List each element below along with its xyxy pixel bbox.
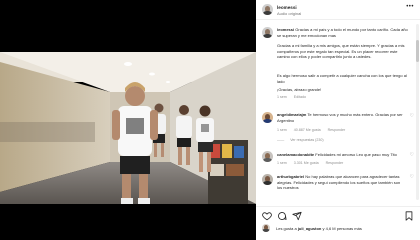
caption-meta: 1 sem Editado	[277, 95, 312, 99]
comment-body: angeldimariajm Te hermoso vos y mucho má…	[277, 112, 405, 123]
comment-like-icon[interactable]: ♡	[410, 113, 414, 119]
caption-text-1: Gracias a mi país y a todo el mundo por …	[277, 27, 408, 38]
caption-paragraph-2: Gracias a mi familia y a mis amigos, que…	[277, 43, 405, 60]
post-actions-bar	[256, 206, 420, 240]
comment-likes[interactable]: 3.301 Me gusta	[294, 161, 319, 165]
view-replies-line: ——	[277, 138, 285, 142]
share-icon[interactable]	[292, 211, 302, 221]
post-video[interactable]	[0, 0, 256, 240]
comment-like-icon[interactable]: ♡	[410, 174, 414, 180]
caption-time[interactable]: 1 sem	[277, 95, 287, 99]
comment-username[interactable]: canelamacdonaldte	[277, 152, 314, 157]
caption-paragraph-4: ¡Gracias, abrazo grande!	[277, 87, 322, 92]
comment-time[interactable]: 1 sem	[277, 161, 287, 165]
comment-body: canelamacdonaldte Felicidades mi amorso …	[277, 152, 405, 158]
comment-body: arthurbgabriel No hay palabras que alcan…	[277, 174, 405, 191]
author-username[interactable]: leomessi	[277, 5, 297, 10]
comment-reply-button[interactable]: Responder	[328, 128, 346, 132]
comment-like-icon[interactable]: ♡	[410, 152, 414, 158]
comment-text: Felicidades mi amorso Leo que paso muy T…	[315, 152, 397, 157]
caption-paragraph-1: leomessi Gracias a mi país y a todo el m…	[277, 27, 409, 38]
liker-avatar[interactable]	[262, 224, 270, 232]
comment-meta: 1 sem 40.887 Me gusta Responder	[277, 128, 351, 132]
view-replies-label[interactable]: Ver respuestas (230)	[290, 138, 323, 142]
caption-paragraph-3: Es algo hermoso salir a competir a cualq…	[277, 73, 407, 84]
post-header: leomessi Audio original •••	[256, 0, 420, 20]
video-scene-illustration	[0, 52, 256, 204]
caption-author[interactable]: leomessi	[277, 27, 294, 32]
heart-icon[interactable]	[262, 211, 272, 221]
view-replies-button[interactable]: —— Ver respuestas (230)	[277, 138, 330, 142]
comment-icon[interactable]	[277, 211, 287, 221]
likes-summary: Les gusta a juli_aguston y 4,6 M persona…	[276, 226, 362, 231]
comment-avatar[interactable]	[262, 112, 273, 123]
comment-avatar[interactable]	[262, 151, 273, 162]
author-avatar[interactable]	[262, 4, 273, 15]
likes-prefix: Les gusta a	[276, 226, 297, 231]
comment-meta: 1 sem 3.301 Me gusta Responder	[277, 161, 349, 165]
comment-avatar[interactable]	[262, 174, 273, 185]
caption-author-avatar[interactable]	[262, 27, 273, 38]
likes-user[interactable]: juli_aguston	[298, 226, 322, 231]
audio-label[interactable]: Audio original	[277, 11, 301, 16]
comment-username[interactable]: angeldimariajm	[277, 112, 306, 117]
bookmark-icon[interactable]	[404, 211, 414, 221]
comment-likes[interactable]: 40.887 Me gusta	[294, 128, 321, 132]
comments-list: leomessi Gracias a mi país y a todo el m…	[256, 21, 420, 206]
caption-edited: Editado	[293, 95, 306, 99]
comment-username[interactable]: arthurbgabriel	[277, 174, 304, 179]
likes-suffix[interactable]: y 4,6 M personas más	[323, 226, 362, 231]
video-frame[interactable]	[0, 52, 256, 204]
post-details-panel: leomessi Audio original ••• leomessi Gra…	[256, 0, 420, 240]
comment-reply-button[interactable]: Responder	[326, 161, 344, 165]
more-options-icon[interactable]: •••	[406, 4, 414, 10]
comment-time[interactable]: 1 sem	[277, 128, 287, 132]
